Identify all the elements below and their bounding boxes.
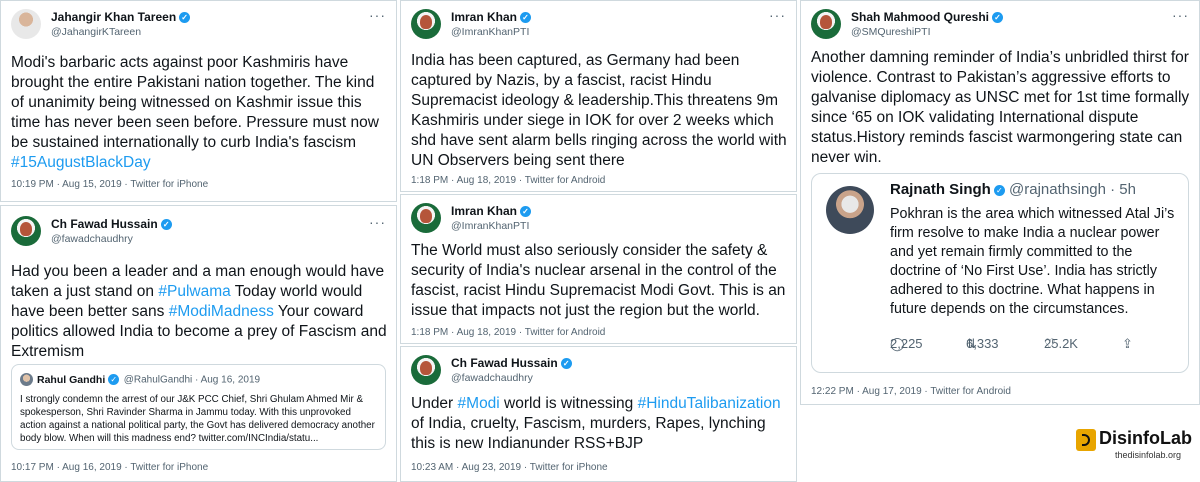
- engagement-bar: ◯ 2,225 ⇅ 6,333 ♡ 25.2K ⇪: [890, 336, 1133, 351]
- tweet-header: Imran Khan ✓ @ImranKhanPTI: [411, 203, 786, 237]
- hashtag-link[interactable]: #Modi: [458, 395, 500, 412]
- author-handle[interactable]: @ImranKhanPTI: [451, 220, 529, 232]
- avatar[interactable]: [11, 216, 41, 246]
- hashtag-link[interactable]: #15AugustBlackDay: [11, 154, 151, 171]
- author-name[interactable]: Jahangir Khan Tareen ✓: [51, 10, 191, 24]
- embedded-tweet[interactable]: Rajnath Singh ✓ @rajnathsingh · 5h Pokhra…: [811, 173, 1189, 373]
- hashtag-link[interactable]: #Pulwama: [158, 283, 230, 300]
- disinfolab-logo-icon: [1076, 429, 1096, 451]
- author-handle[interactable]: @ImranKhanPTI: [451, 26, 529, 38]
- hashtag-link[interactable]: #ModiMadness: [169, 303, 274, 320]
- verified-badge-icon: ✓: [160, 219, 172, 231]
- tweet-text: Modi's barbaric acts against poor Kashmi…: [11, 54, 379, 171]
- tweet-timestamp[interactable]: 1:18 PM · Aug 18, 2019 · Twitter for And…: [411, 175, 605, 186]
- avatar[interactable]: [411, 9, 441, 39]
- tweet-card-fawad-2[interactable]: Ch Fawad Hussain ✓ @fawadchaudhry Under #…: [400, 346, 797, 482]
- quoted-handle-date: @RahulGandhi · Aug 16, 2019: [123, 374, 261, 386]
- author-name[interactable]: Imran Khan ✓: [451, 204, 532, 218]
- quoted-avatar: [20, 373, 33, 387]
- author-handle[interactable]: @JahangirKTareen: [51, 26, 141, 38]
- avatar[interactable]: [11, 9, 41, 39]
- tweet-card-qureshi[interactable]: Shah Mahmood Qureshi ✓ @SMQureshiPTI ··· …: [800, 0, 1200, 405]
- author-name[interactable]: Imran Khan ✓: [451, 10, 532, 24]
- embedded-avatar: [826, 186, 874, 234]
- avatar[interactable]: [811, 9, 841, 39]
- disinfolab-logo: DisinfoLab thedisinfolab.org: [1076, 428, 1194, 469]
- tweet-text: India has been captured, as Germany had …: [411, 52, 787, 169]
- author-name[interactable]: Ch Fawad Hussain ✓: [451, 356, 572, 370]
- verified-badge-icon: ✓: [560, 358, 572, 370]
- share-icon: ⇪: [1122, 336, 1133, 351]
- logo-url: thedisinfolab.org: [1115, 450, 1182, 460]
- author-handle[interactable]: @fawadchaudhry: [51, 233, 133, 245]
- more-dots-icon[interactable]: ···: [1172, 7, 1189, 23]
- verified-badge-icon: ✓: [179, 12, 191, 24]
- author-handle[interactable]: @fawadchaudhry: [451, 372, 533, 384]
- tweet-timestamp[interactable]: 1:18 PM · Aug 18, 2019 · Twitter for And…: [411, 327, 605, 338]
- author-name[interactable]: Ch Fawad Hussain ✓: [51, 217, 172, 231]
- more-dots-icon[interactable]: ···: [369, 214, 386, 230]
- tweet-header: Ch Fawad Hussain ✓ @fawadchaudhry ···: [11, 214, 386, 250]
- tweet-card-jahangir[interactable]: Jahangir Khan Tareen ✓ @JahangirKTareen ·…: [0, 0, 397, 202]
- tweet-header: Imran Khan ✓ @ImranKhanPTI ···: [411, 7, 786, 43]
- author-handle[interactable]: @SMQureshiPTI: [851, 26, 931, 38]
- embedded-author: Rajnath Singh ✓ @rajnathsingh · 5h: [890, 181, 1136, 198]
- logo-brand: DisinfoLab: [1099, 428, 1192, 448]
- tweet-text: Under #Modi world is witnessing #HinduTa…: [411, 395, 781, 452]
- quoted-author-name: Rahul Gandhi: [37, 373, 106, 386]
- author-name[interactable]: Shah Mahmood Qureshi ✓: [851, 10, 1004, 24]
- tweet-timestamp[interactable]: 10:17 PM · Aug 16, 2019 · Twitter for iP…: [11, 462, 208, 473]
- tweet-header: Shah Mahmood Qureshi ✓ @SMQureshiPTI ···: [811, 7, 1189, 43]
- quoted-text: I strongly condemn the arrest of our J&K…: [20, 394, 375, 444]
- tweet-timestamp[interactable]: 12:22 PM · Aug 17, 2019 · Twitter for An…: [811, 386, 1011, 397]
- tweet-header: Ch Fawad Hussain ✓ @fawadchaudhry: [411, 355, 786, 389]
- embedded-text: Pokhran is the area which witnessed Atal…: [890, 206, 1175, 317]
- verified-badge-icon: ✓: [992, 12, 1004, 24]
- quoted-tweet[interactable]: Rahul Gandhi ✓ @RahulGandhi · Aug 16, 201…: [11, 364, 386, 450]
- avatar[interactable]: [411, 203, 441, 233]
- tweet-card-fawad-1[interactable]: Ch Fawad Hussain ✓ @fawadchaudhry ··· Had…: [0, 205, 397, 482]
- more-dots-icon[interactable]: ···: [769, 7, 786, 23]
- tweet-header: Jahangir Khan Tareen ✓ @JahangirKTareen ·…: [11, 7, 386, 43]
- tweet-card-imran-2[interactable]: Imran Khan ✓ @ImranKhanPTI The World must…: [400, 194, 797, 344]
- tweet-text: The World must also seriously consider t…: [411, 242, 786, 319]
- verified-badge-icon: ✓: [520, 206, 532, 218]
- tweet-text: Another damning reminder of India’s unbr…: [811, 49, 1190, 166]
- verified-badge-icon: ✓: [993, 184, 1005, 196]
- hashtag-link[interactable]: #HinduTalibanization: [638, 395, 781, 412]
- tweet-text: Had you been a leader and a man enough w…: [11, 263, 387, 360]
- verified-badge-icon: ✓: [520, 12, 532, 24]
- tweet-timestamp[interactable]: 10:23 AM · Aug 23, 2019 · Twitter for iP…: [411, 462, 608, 473]
- tweet-card-imran-1[interactable]: Imran Khan ✓ @ImranKhanPTI ··· India has …: [400, 0, 797, 192]
- verified-badge-icon: ✓: [108, 374, 120, 386]
- avatar[interactable]: [411, 355, 441, 385]
- tweet-timestamp[interactable]: 10:19 PM · Aug 15, 2019 · Twitter for iP…: [11, 179, 208, 190]
- more-dots-icon[interactable]: ···: [369, 7, 386, 23]
